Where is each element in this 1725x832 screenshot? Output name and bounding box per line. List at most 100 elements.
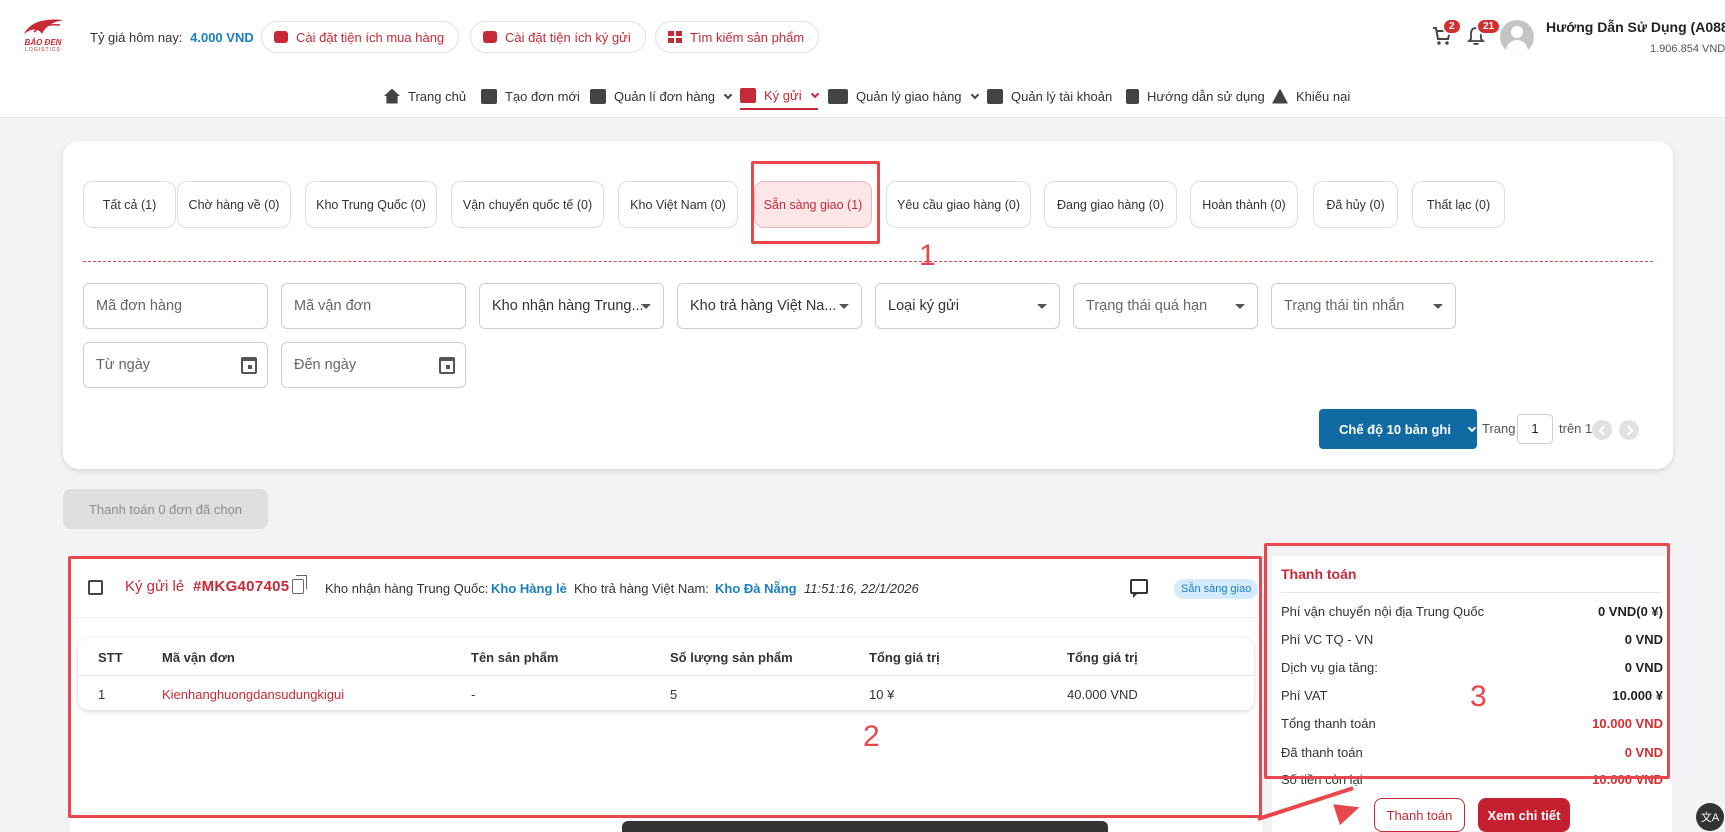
consignment-icon: [740, 87, 756, 103]
table-header: Tên sản phẩm: [471, 650, 559, 665]
vn-warehouse-select[interactable]: Kho trả hàng Việt Na...: [677, 283, 862, 329]
overdue-status-select-value: Trạng thái quá hạn: [1086, 298, 1208, 314]
consign-extension-button[interactable]: Cài đặt tiện ích ký gửi: [470, 21, 646, 53]
nav-home-label: Trang chủ: [408, 88, 467, 104]
from-date-input[interactable]: Từ ngày: [83, 342, 268, 388]
view-detail-button[interactable]: Xem chi tiết: [1478, 798, 1570, 832]
nav-manage-orders[interactable]: Quản lí đơn hàng: [590, 82, 733, 110]
page-size-label: Chế độ 10 bản ghi: [1339, 421, 1451, 437]
nav-complaint[interactable]: Khiếu nại: [1272, 82, 1350, 110]
order-checkbox[interactable]: [88, 580, 103, 595]
chevron-down-icon: [1467, 423, 1477, 432]
consign-type-select[interactable]: Loại ký gửi: [875, 283, 1060, 329]
nav-guide-label: Hướng dẫn sử dụng: [1147, 88, 1265, 104]
avatar[interactable]: [1500, 20, 1534, 54]
nav-manage-orders-label: Quản lí đơn hàng: [614, 88, 716, 104]
home-icon: [384, 88, 400, 104]
tab-completed[interactable]: Hoàn thành (0): [1190, 181, 1298, 228]
tab-vietnam-warehouse[interactable]: Kho Việt Nam (0): [618, 181, 738, 228]
nav-consignment-label: Ký gửi: [764, 87, 802, 103]
tab-delivery-request[interactable]: Yêu cầu giao hàng (0): [886, 181, 1031, 228]
order-time: 11:51:16, 22/1/2026: [804, 581, 919, 596]
purchase-extension-label: Cài đặt tiện ích mua hàng: [296, 29, 445, 45]
order-code-input[interactable]: Mã đơn hàng: [83, 283, 268, 329]
to-date-input[interactable]: Đến ngày: [281, 342, 466, 388]
logo[interactable]: BẢO ĐEN LOGISTICS: [16, 16, 70, 56]
tab-china-warehouse[interactable]: Kho Trung Quốc (0): [305, 181, 437, 228]
table-cell-waybill-link[interactable]: Kienhanghuongdansudungkigui: [162, 687, 344, 702]
caret-down-icon: [839, 304, 849, 309]
cart-icon: [590, 88, 606, 104]
table-divider: [78, 675, 1254, 676]
tab-international-shipping[interactable]: Vận chuyển quốc tế (0): [451, 181, 604, 228]
calendar-icon[interactable]: [241, 357, 257, 374]
account-box-icon: [987, 88, 1003, 104]
tab-delivering[interactable]: Đang giao hàng (0): [1044, 181, 1177, 228]
payment-row-label: Phí VC TQ - VN: [1281, 632, 1374, 647]
filter-card: Tất cả (1) Chờ hàng về (0) Kho Trung Quố…: [63, 141, 1673, 469]
nav-consignment[interactable]: Ký gửi: [740, 82, 819, 110]
message-status-select[interactable]: Trạng thái tin nhắn: [1271, 283, 1456, 329]
tab-all[interactable]: Tất cả (1): [83, 181, 176, 228]
search-product-button[interactable]: Tìm kiếm sản phẩm: [655, 21, 820, 53]
table-header: Mã vận đơn: [162, 650, 235, 665]
payment-row-value: 10.000 ¥: [1612, 688, 1663, 703]
cn-warehouse-select[interactable]: Kho nhận hàng Trung...: [479, 283, 664, 329]
tab-ready-to-deliver[interactable]: Sẵn sàng giao (1): [754, 181, 872, 228]
tab-cancelled[interactable]: Đã hủy (0): [1313, 181, 1398, 228]
table-cell-total-vnd: 40.000 VND: [1067, 687, 1138, 702]
user-name[interactable]: Hướng Dẫn Sử Dụng (A088): [1546, 19, 1725, 35]
tab-waiting[interactable]: Chờ hàng về (0): [177, 181, 291, 228]
calendar-icon[interactable]: [439, 357, 455, 374]
chevron-down-icon: [723, 90, 733, 99]
nav-manage-delivery[interactable]: Quản lý giao hàng: [828, 82, 979, 110]
pay-selected-button[interactable]: Thanh toán 0 đơn đã chọn: [63, 489, 268, 529]
cn-warehouse-label: Kho nhận hàng Trung Quốc:: [325, 581, 489, 596]
gift-icon: [274, 31, 288, 43]
waybill-table: STT Mã vận đơn Tên sản phẩm Số lượng sản…: [78, 638, 1254, 710]
add-box-icon: [481, 88, 497, 104]
grid-icon: [668, 31, 682, 43]
tab-lost[interactable]: Thất lạc (0): [1412, 181, 1505, 228]
nav-create-order[interactable]: Tạo đơn mới: [481, 82, 580, 110]
page-number-input[interactable]: 1: [1517, 414, 1553, 444]
order-code[interactable]: #MKG407405: [193, 578, 289, 595]
payment-row-label: Phí VAT: [1281, 688, 1328, 703]
page-size-button[interactable]: Chế độ 10 bản ghi: [1319, 409, 1477, 449]
translate-icon[interactable]: 文A: [1696, 803, 1724, 831]
cn-warehouse-select-value: Kho nhận hàng Trung...: [492, 298, 644, 314]
table-cell-total-cny: 10 ¥: [869, 687, 895, 702]
purchase-extension-button[interactable]: Cài đặt tiện ích mua hàng: [261, 21, 460, 53]
notification-badge: 21: [1476, 18, 1502, 35]
status-badge: Sẵn sàng giao: [1174, 579, 1259, 599]
nav-home[interactable]: Trang chủ: [384, 82, 466, 110]
logo-text: BẢO ĐEN: [24, 38, 62, 47]
nav-guide[interactable]: Hướng dẫn sử dụng: [1126, 82, 1265, 110]
overdue-status-select[interactable]: Trạng thái quá hạn: [1073, 283, 1258, 329]
chevron-down-icon: [810, 89, 819, 98]
to-date-placeholder: Đến ngày: [294, 357, 357, 373]
order-type: Ký gửi lẻ: [125, 578, 185, 595]
nav-manage-delivery-label: Quản lý giao hàng: [856, 88, 962, 104]
caret-down-icon: [1037, 304, 1047, 309]
search-product-label: Tìm kiếm sản phẩm: [690, 29, 805, 45]
chat-icon[interactable]: [1130, 579, 1148, 598]
nav-manage-account[interactable]: Quản lý tài khoản: [987, 82, 1112, 110]
order-header: Ký gửi lẻ #MKG407405 Kho nhận hàng Trung…: [70, 558, 1262, 618]
pay-button[interactable]: Thanh toán: [1374, 798, 1465, 832]
waybill-code-input[interactable]: Mã vận đơn: [281, 283, 466, 329]
table-cell-quantity: 5: [670, 687, 678, 702]
gift-icon: [483, 31, 497, 43]
prev-page-icon[interactable]: [1592, 420, 1612, 440]
divider: [83, 261, 1653, 262]
cn-warehouse-value: Kho Hàng lẻ: [491, 581, 567, 596]
caret-down-icon: [1235, 304, 1245, 309]
logo-subtext: LOGISTICS: [25, 47, 61, 53]
consign-type-select-value: Loại ký gửi: [888, 298, 959, 314]
cart-button[interactable]: 2: [1432, 18, 1462, 48]
table-cell-index: 1: [98, 687, 106, 702]
notification-button[interactable]: 21: [1466, 18, 1502, 48]
next-page-icon[interactable]: [1619, 420, 1639, 440]
payment-title: Thanh toán: [1281, 566, 1357, 582]
copy-icon[interactable]: [292, 575, 307, 594]
